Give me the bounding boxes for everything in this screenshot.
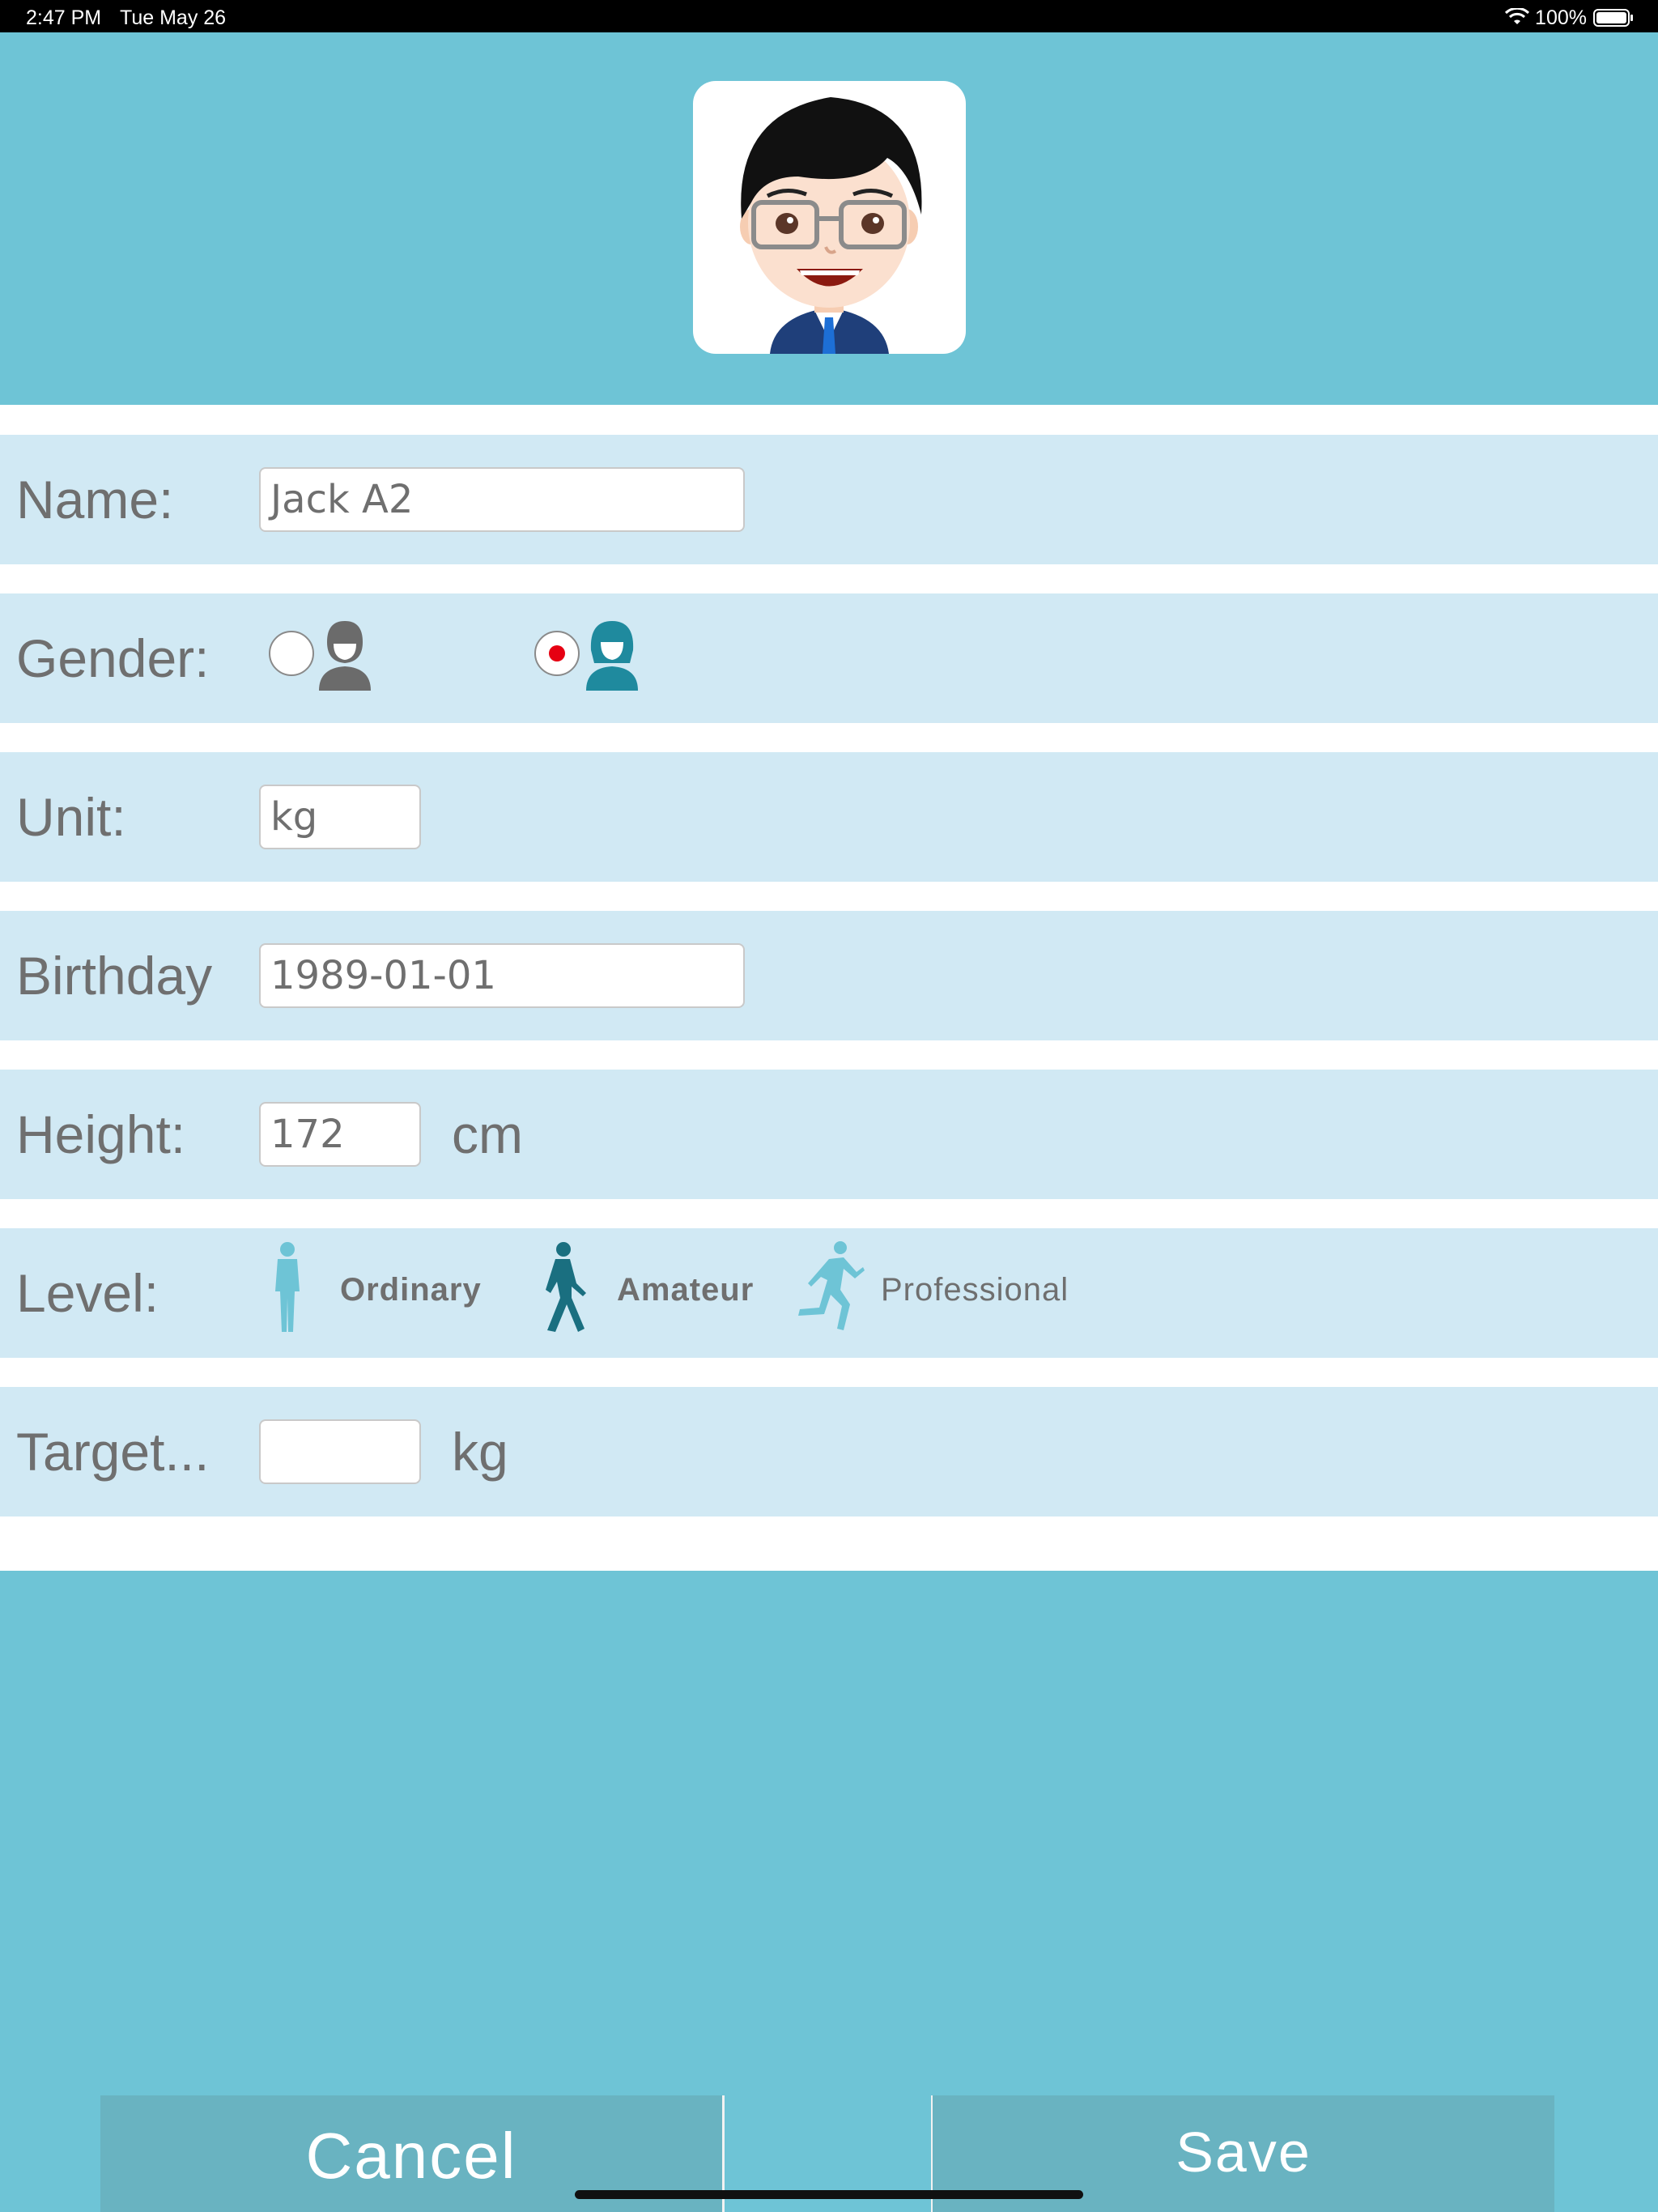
target-row: Target... kg — [0, 1387, 1658, 1516]
female-person-icon — [586, 621, 638, 691]
birthday-row: Birthday 1989-01-01 — [0, 911, 1658, 1040]
battery-percent: 100% — [1535, 6, 1587, 29]
target-unit: kg — [452, 1422, 508, 1482]
male-person-icon — [319, 621, 371, 691]
target-label: Target... — [16, 1422, 210, 1482]
level-label: Level: — [16, 1263, 159, 1323]
birthday-label: Birthday — [16, 946, 213, 1006]
ordinary-standing-person-icon[interactable] — [251, 1241, 324, 1335]
gender-female-radio[interactable] — [534, 631, 580, 676]
gender-label: Gender: — [16, 628, 210, 688]
name-input[interactable]: Jack A2 — [259, 467, 745, 532]
amateur-walking-person-icon[interactable] — [526, 1241, 599, 1335]
status-date: Tue May 26 — [120, 6, 227, 29]
name-row: Name: Jack A2 — [0, 435, 1658, 564]
level-professional-label[interactable]: Professional — [881, 1272, 1069, 1308]
wifi-icon — [1504, 8, 1530, 24]
unit-row: Unit: kg — [0, 752, 1658, 882]
profile-header — [0, 32, 1658, 405]
height-unit: cm — [452, 1104, 523, 1164]
avatar[interactable] — [693, 81, 966, 354]
level-amateur-label[interactable]: Amateur — [617, 1272, 754, 1308]
profile-form: Name: Jack A2 Gender: Unit: kg Birthday … — [0, 405, 1658, 1571]
target-weight-input[interactable] — [259, 1419, 421, 1484]
radio-selected-dot — [549, 645, 565, 661]
birthday-input[interactable]: 1989-01-01 — [259, 943, 745, 1008]
status-time: 2:47 PM — [26, 6, 102, 29]
level-row: Level: Ordinary Amateur Professional — [0, 1228, 1658, 1358]
unit-label: Unit: — [16, 787, 126, 847]
height-input[interactable]: 172 — [259, 1102, 421, 1167]
unit-select[interactable]: kg — [259, 785, 421, 849]
status-bar: 2:47 PM Tue May 26 100% — [0, 0, 1658, 32]
cartoon-man-avatar-icon — [740, 97, 922, 354]
height-label: Height: — [16, 1104, 186, 1164]
professional-running-person-icon[interactable] — [793, 1241, 866, 1335]
level-ordinary-label[interactable]: Ordinary — [340, 1272, 482, 1308]
height-row: Height: 172 cm — [0, 1070, 1658, 1199]
gender-row: Gender: — [0, 593, 1658, 723]
battery-icon — [1593, 9, 1633, 27]
gender-male-radio[interactable] — [269, 631, 314, 676]
name-label: Name: — [16, 470, 174, 530]
home-indicator[interactable] — [575, 2190, 1083, 2199]
